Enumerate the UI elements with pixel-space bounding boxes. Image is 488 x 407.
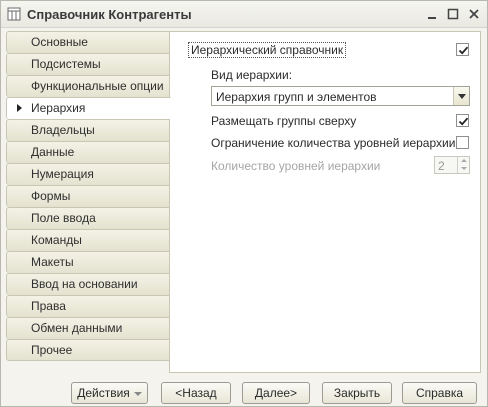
tab-label: Поле ввода — [31, 211, 96, 225]
tab-templates[interactable]: Макеты — [6, 251, 170, 273]
chevron-down-icon — [134, 392, 142, 396]
dialog-window: Справочник Контрагенты Основные Подсисте… — [0, 0, 488, 407]
close-label: Закрыть — [333, 386, 381, 400]
checkmark-icon — [458, 46, 469, 55]
tab-label: Функциональные опции — [31, 79, 164, 93]
tab-commands[interactable]: Команды — [6, 229, 170, 251]
spin-up-icon[interactable] — [457, 157, 469, 165]
tab-rights[interactable]: Права — [6, 295, 170, 317]
tab-input-based-on[interactable]: Ввод на основании — [6, 273, 170, 295]
minimize-icon — [428, 17, 436, 19]
tab-label: Основные — [31, 35, 88, 49]
tab-label: Подсистемы — [31, 57, 101, 71]
close-button[interactable]: Закрыть — [322, 382, 392, 404]
levels-count-stepper[interactable]: 2 — [434, 156, 470, 174]
tab-label: Нумерация — [31, 167, 94, 181]
tab-other[interactable]: Прочее — [6, 339, 170, 361]
tab-owners[interactable]: Владельцы — [6, 119, 170, 141]
groups-on-top-label: Размещать группы сверху — [211, 114, 357, 128]
window-title: Справочник Контрагенты — [27, 7, 192, 22]
tab-label: Ввод на основании — [31, 277, 138, 291]
tab-data[interactable]: Данные — [6, 141, 170, 163]
limit-levels-label: Ограничение количества уровней иерархии — [211, 136, 456, 150]
tab-label: Макеты — [31, 255, 74, 269]
close-window-button[interactable] — [466, 6, 482, 22]
limit-levels-checkbox[interactable] — [456, 136, 469, 149]
tab-label: Команды — [31, 233, 82, 247]
maximize-icon — [447, 8, 459, 20]
tab-label: Формы — [31, 189, 71, 203]
levels-count-label: Количество уровней иерархии — [211, 159, 381, 173]
maximize-button[interactable] — [445, 6, 461, 22]
tab-label: Обмен данными — [31, 321, 123, 335]
title-bar: Справочник Контрагенты — [1, 1, 487, 28]
tab-input-field[interactable]: Поле ввода — [6, 207, 170, 229]
back-label: <Назад — [175, 386, 217, 400]
actions-button[interactable]: Действия — [71, 382, 148, 404]
actions-label: Действия — [77, 386, 130, 400]
next-label: Далее> — [254, 386, 298, 400]
tab-label: Данные — [31, 145, 75, 159]
tab-subsystems[interactable]: Подсистемы — [6, 53, 170, 75]
minimize-button[interactable] — [424, 6, 440, 22]
tab-numbering[interactable]: Нумерация — [6, 163, 170, 185]
checkmark-icon — [458, 117, 469, 126]
tab-label: Владельцы — [31, 123, 95, 137]
hierarchy-panel: Иерархический справочник Вид иерархии: И… — [169, 31, 481, 373]
levels-count-value: 2 — [438, 159, 445, 173]
table-icon — [7, 7, 21, 21]
tab-label: Права — [31, 299, 66, 313]
back-button[interactable]: <Назад — [161, 382, 231, 404]
tab-hierarchy[interactable]: Иерархия — [6, 97, 171, 119]
active-tab-arrow-icon — [17, 104, 22, 112]
tab-label: Иерархия — [31, 101, 86, 115]
hierarchical-checkbox[interactable] — [456, 43, 469, 56]
tab-label: Прочее — [31, 343, 73, 357]
hierarchy-type-select[interactable]: Иерархия групп и элементов — [211, 86, 470, 106]
hierarchy-type-label: Вид иерархии: — [211, 68, 293, 82]
tab-forms[interactable]: Формы — [6, 185, 170, 207]
spin-down-icon[interactable] — [457, 165, 469, 173]
close-icon — [469, 9, 479, 19]
tab-functional-options[interactable]: Функциональные опции — [6, 75, 170, 97]
tab-main[interactable]: Основные — [6, 31, 170, 53]
help-button[interactable]: Справка — [402, 382, 477, 404]
tab-data-exchange[interactable]: Обмен данными — [6, 317, 170, 339]
tab-list: Основные Подсистемы Функциональные опции… — [6, 31, 171, 361]
next-button[interactable]: Далее> — [242, 382, 310, 404]
groups-on-top-checkbox[interactable] — [456, 114, 469, 127]
chevron-down-icon[interactable] — [453, 87, 469, 105]
hierarchy-type-value: Иерархия групп и элементов — [216, 90, 377, 104]
help-label: Справка — [415, 386, 464, 400]
hierarchical-label: Иерархический справочник — [188, 42, 347, 58]
